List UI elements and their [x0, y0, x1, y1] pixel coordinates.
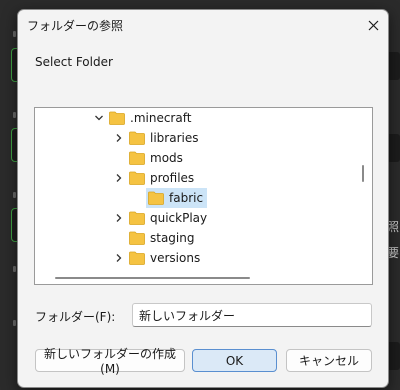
tree-item-libraries[interactable]: libraries — [112, 128, 198, 148]
tree-item-label: fabric — [169, 191, 204, 205]
folder-tree[interactable]: .minecraft libraries mods profiles fabri… — [34, 107, 373, 285]
chevron-down-icon[interactable] — [92, 111, 106, 125]
chevron-right-icon[interactable] — [112, 211, 126, 225]
dialog-titlebar[interactable]: フォルダーの参照 — [18, 10, 388, 40]
background-marker-5 — [13, 320, 16, 326]
tree-item-label: versions — [150, 251, 201, 265]
ok-button[interactable]: OK — [192, 349, 277, 372]
close-button[interactable] — [358, 10, 388, 40]
background-marker-4 — [13, 266, 16, 272]
tree-item-label: mods — [150, 151, 183, 165]
folder-icon — [129, 171, 145, 185]
cancel-button[interactable]: キャンセル — [286, 349, 372, 372]
tree-item-fabric[interactable]: fabric — [146, 188, 208, 208]
folder-icon — [129, 251, 145, 265]
chevron-right-icon[interactable] — [112, 171, 126, 185]
folder-icon — [129, 231, 145, 245]
tree-item-label: staging — [150, 231, 195, 245]
chevron-right-icon[interactable] — [112, 131, 126, 145]
tree-item-minecraft[interactable]: .minecraft — [92, 108, 191, 128]
folder-icon — [129, 211, 145, 225]
background-marker-2 — [13, 112, 16, 118]
background-marker-3 — [13, 192, 16, 198]
folder-icon — [129, 151, 145, 165]
tree-item-label: profiles — [150, 171, 195, 185]
chevron-placeholder — [112, 151, 126, 165]
dialog-prompt: Select Folder — [35, 55, 113, 69]
horizontal-scrollbar[interactable] — [55, 277, 250, 279]
chevron-right-icon[interactable] — [112, 251, 126, 265]
tree-item-mods[interactable]: mods — [112, 148, 183, 168]
tree-item-staging[interactable]: staging — [112, 228, 194, 248]
vertical-scrollbar[interactable] — [362, 165, 364, 182]
folder-icon — [109, 111, 125, 125]
tree-item-quickplay[interactable]: quickPlay — [112, 208, 207, 228]
folder-field-label: フォルダー(F): — [35, 310, 116, 324]
folder-name-input[interactable] — [132, 303, 372, 327]
background-marker-1 — [13, 31, 16, 37]
tree-item-label: libraries — [150, 131, 199, 145]
close-icon — [368, 20, 378, 30]
tree-item-label: .minecraft — [130, 111, 192, 125]
folder-icon — [129, 131, 145, 145]
tree-item-profiles[interactable]: profiles — [112, 168, 194, 188]
chevron-placeholder — [112, 231, 126, 245]
browse-folder-dialog: フォルダーの参照 Select Folder .minecraft librar… — [17, 9, 389, 388]
tree-item-label: quickPlay — [150, 211, 208, 225]
folder-icon — [148, 191, 164, 205]
dialog-title: フォルダーの参照 — [27, 19, 124, 33]
new-folder-button[interactable]: 新しいフォルダーの作成(M) — [35, 347, 185, 376]
tree-item-versions[interactable]: versions — [112, 248, 200, 268]
